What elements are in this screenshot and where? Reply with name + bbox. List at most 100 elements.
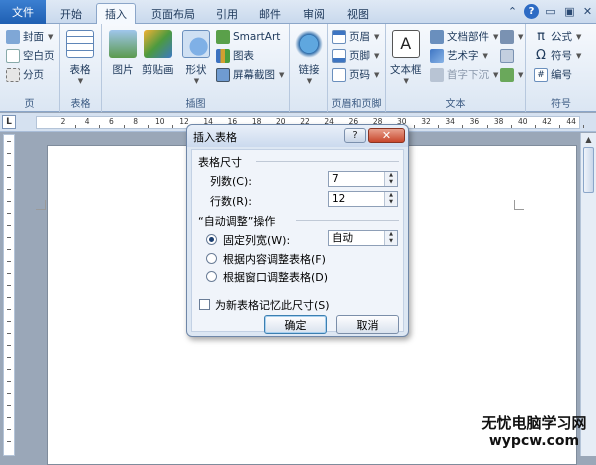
blank-page-button[interactable]: 空白页 <box>6 47 55 64</box>
tab-references[interactable]: 引用 <box>208 3 246 24</box>
tab-file[interactable]: 文件 <box>0 0 46 24</box>
autofit-section-title: “自动调整”操作 <box>198 215 276 228</box>
window-close-icon[interactable]: ✕ <box>580 4 595 19</box>
link-button[interactable]: 链接 ▼ <box>295 30 323 85</box>
tab-insert[interactable]: 插入 <box>96 3 136 24</box>
dialog-body: 表格尺寸 列数(C): 7 ▲ ▼ 行数(R): 12 ▲ ▼ “自动调整”操作 固… <box>191 149 404 334</box>
ruler-tick <box>7 261 11 262</box>
fixed-width-label: 固定列宽(W): <box>223 234 291 247</box>
table-button[interactable]: 表格 ▼ <box>66 30 94 85</box>
footer-icon <box>332 48 346 63</box>
ruler-number: 38 <box>493 117 504 126</box>
ruler-tick <box>7 165 11 166</box>
tab-home[interactable]: 开始 <box>52 3 90 24</box>
ruler-tick <box>559 125 561 128</box>
group-label-pages: 页 <box>24 99 35 110</box>
number-icon: # <box>534 67 548 82</box>
ruler-tick <box>171 125 173 128</box>
ruler-tick <box>7 225 11 226</box>
dialog-close-button[interactable]: ✕ <box>368 128 405 143</box>
fit-contents-radio[interactable] <box>206 253 217 264</box>
fixed-width-spin-buttons[interactable]: ▲ ▼ <box>384 231 397 245</box>
signature-line-button[interactable]: ▼ <box>500 28 523 45</box>
picture-icon <box>109 30 137 58</box>
tab-view[interactable]: 视图 <box>339 3 377 24</box>
cancel-button[interactable]: 取消 <box>336 315 399 334</box>
header-button[interactable]: 页眉 ▼ <box>332 28 379 45</box>
group-label-header-footer: 页眉和页脚 <box>331 99 382 110</box>
ruler-tick <box>7 381 11 382</box>
ruler-number: 10 <box>155 117 165 126</box>
fit-contents-label: 根据内容调整表格(F) <box>223 253 326 266</box>
ruler-tick <box>7 417 11 418</box>
scroll-thumb[interactable] <box>583 147 594 193</box>
cover-page-button[interactable]: 封面 ▼ <box>6 28 53 45</box>
fixed-width-spinner[interactable]: 自动 ▲ ▼ <box>328 230 398 246</box>
tab-mailings[interactable]: 邮件 <box>251 3 289 24</box>
ruler-tick <box>534 125 536 128</box>
number-button[interactable]: # 编号 <box>534 66 572 83</box>
ruler-tick <box>7 357 11 358</box>
rows-spinner[interactable]: 12 ▲ ▼ <box>328 191 398 207</box>
quick-parts-button[interactable]: 文档部件 ▼ <box>430 28 498 45</box>
ok-button[interactable]: 确定 <box>264 315 327 334</box>
ruler-tick <box>7 189 11 190</box>
chart-button[interactable]: 图表 <box>216 47 254 64</box>
remember-size-checkbox[interactable] <box>199 299 210 310</box>
smartart-icon <box>216 29 230 44</box>
ruler-tick <box>7 345 11 346</box>
dialog-title-bar[interactable]: 插入表格 ? ✕ <box>187 125 408 147</box>
clipart-button[interactable]: 剪贴画 <box>142 30 174 77</box>
ruler-tick <box>7 297 11 298</box>
omega-icon: Ω <box>536 47 546 63</box>
picture-button[interactable]: 图片 <box>109 30 137 77</box>
rows-spin-buttons[interactable]: ▲ ▼ <box>384 192 397 206</box>
ruler-number: 42 <box>542 117 552 126</box>
vertical-ruler[interactable] <box>3 134 15 456</box>
dropcap-button[interactable]: 首字下沉 ▼ <box>430 66 498 83</box>
dialog-help-button[interactable]: ? <box>344 128 366 143</box>
footer-button[interactable]: 页脚 ▼ <box>332 47 379 64</box>
fixed-width-radio[interactable] <box>206 234 217 245</box>
help-icon[interactable]: ? <box>524 4 539 19</box>
tab-review[interactable]: 审阅 <box>295 3 333 24</box>
smartart-button[interactable]: SmartArt <box>216 28 280 45</box>
clipart-icon <box>143 30 172 58</box>
fit-window-radio[interactable] <box>206 271 217 282</box>
group-label-illustrations: 插图 <box>185 99 206 110</box>
window-minimize-icon[interactable]: ▭ <box>543 4 558 19</box>
minimize-ribbon-icon[interactable]: ⌃ <box>505 4 520 19</box>
screenshot-button[interactable]: 屏幕截图 ▼ <box>216 66 284 83</box>
textbox-button[interactable]: A 文本框 ▼ <box>390 30 422 85</box>
columns-spinner[interactable]: 7 ▲ ▼ <box>328 171 398 187</box>
watermark-url: wypcw.com <box>488 433 580 449</box>
link-globe-icon <box>295 30 323 58</box>
page-break-button[interactable]: 分页 <box>6 66 44 83</box>
rows-value: 12 <box>332 193 346 205</box>
columns-spin-buttons[interactable]: ▲ ▼ <box>384 172 397 186</box>
scroll-up-icon[interactable]: ▲ <box>583 134 594 145</box>
equation-button[interactable]: π 公式 ▼ <box>534 28 581 45</box>
section-divider <box>296 220 399 221</box>
ruler-number: 8 <box>133 117 138 126</box>
group-symbols: π 公式 ▼ Ω 符号 ▼ # 编号 符号 <box>526 24 596 112</box>
object-button[interactable]: ▼ <box>500 66 523 83</box>
ruler-number: 36 <box>469 117 480 126</box>
shapes-button[interactable]: 形状 ▼ <box>182 30 210 85</box>
wordart-icon <box>430 48 444 63</box>
ruler-tick <box>7 177 11 178</box>
tab-page-layout[interactable]: 页面布局 <box>143 3 203 24</box>
tab-selector-button[interactable]: L <box>2 115 16 129</box>
columns-value: 7 <box>332 173 339 185</box>
group-label-tables: 表格 <box>70 99 91 110</box>
wordart-button[interactable]: 艺术字 ▼ <box>430 47 488 64</box>
page-number-button[interactable]: 页码 ▼ <box>332 66 379 83</box>
screenshot-icon <box>216 67 230 82</box>
symbol-button[interactable]: Ω 符号 ▼ <box>534 47 581 64</box>
date-time-icon <box>500 48 514 63</box>
window-restore-icon[interactable]: ▣ <box>562 4 577 19</box>
ruler-tick <box>438 125 440 128</box>
date-time-button[interactable] <box>500 47 514 64</box>
vertical-scrollbar[interactable]: ▲ <box>580 133 596 456</box>
cover-page-icon <box>6 29 20 44</box>
